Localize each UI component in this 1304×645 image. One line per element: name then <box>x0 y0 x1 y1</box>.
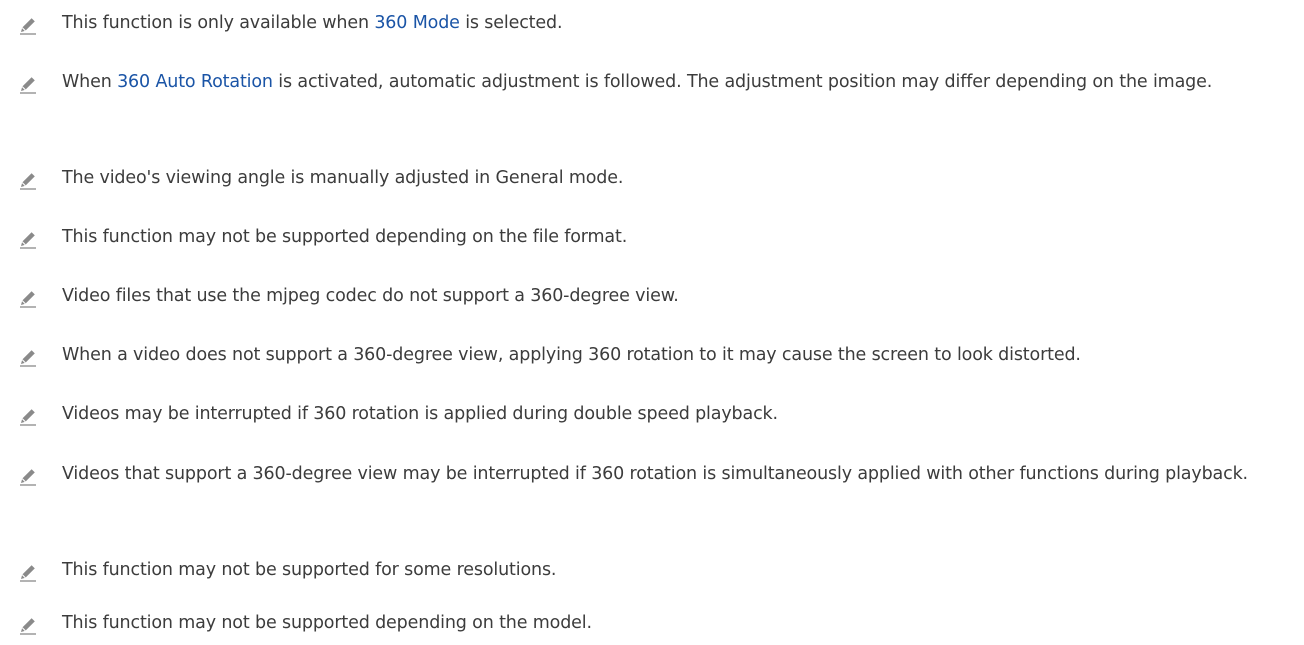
note-text: This function may not be supported for s… <box>62 560 557 580</box>
note-item: When 360 Auto Rotation is activated, aut… <box>0 64 1304 144</box>
pencil-note-icon <box>20 409 36 426</box>
pencil-note-icon <box>20 291 36 308</box>
pencil-note-icon <box>20 18 36 35</box>
pencil-note-icon <box>20 618 36 635</box>
note-item: Videos may be interrupted if 360 rotatio… <box>0 396 1304 436</box>
note-text: Videos may be interrupted if 360 rotatio… <box>62 404 778 424</box>
note-item: This function is only available when 360… <box>0 5 1304 45</box>
pencil-note-icon <box>20 469 36 486</box>
note-text: When a video does not support a 360-degr… <box>62 345 1081 365</box>
note-item: Video files that use the mjpeg codec do … <box>0 278 1304 318</box>
note-text: Videos that support a 360-degree view ma… <box>62 464 1248 484</box>
pencil-note-icon <box>20 350 36 367</box>
note-item: When a video does not support a 360-degr… <box>0 337 1304 377</box>
pencil-note-icon <box>20 173 36 190</box>
note-text: This function is only available when 360… <box>62 13 563 33</box>
note-item: The video's viewing angle is manually ad… <box>0 160 1304 200</box>
pencil-note-icon <box>20 565 36 582</box>
note-text: This function may not be supported depen… <box>62 613 592 633</box>
note-item: This function may not be supported depen… <box>0 605 1304 645</box>
note-item: Videos that support a 360-degree view ma… <box>0 456 1304 536</box>
note-item: This function may not be supported for s… <box>0 552 1304 592</box>
link-360-mode[interactable]: 360 Mode <box>374 13 460 33</box>
link-360-auto-rotation[interactable]: 360 Auto Rotation <box>117 72 273 92</box>
pencil-note-icon <box>20 232 36 249</box>
note-text: This function may not be supported depen… <box>62 227 628 247</box>
note-text: Video files that use the mjpeg codec do … <box>62 286 679 306</box>
note-text: The video's viewing angle is manually ad… <box>62 168 624 188</box>
note-item: This function may not be supported depen… <box>0 219 1304 259</box>
note-text: When 360 Auto Rotation is activated, aut… <box>62 72 1213 92</box>
pencil-note-icon <box>20 77 36 94</box>
